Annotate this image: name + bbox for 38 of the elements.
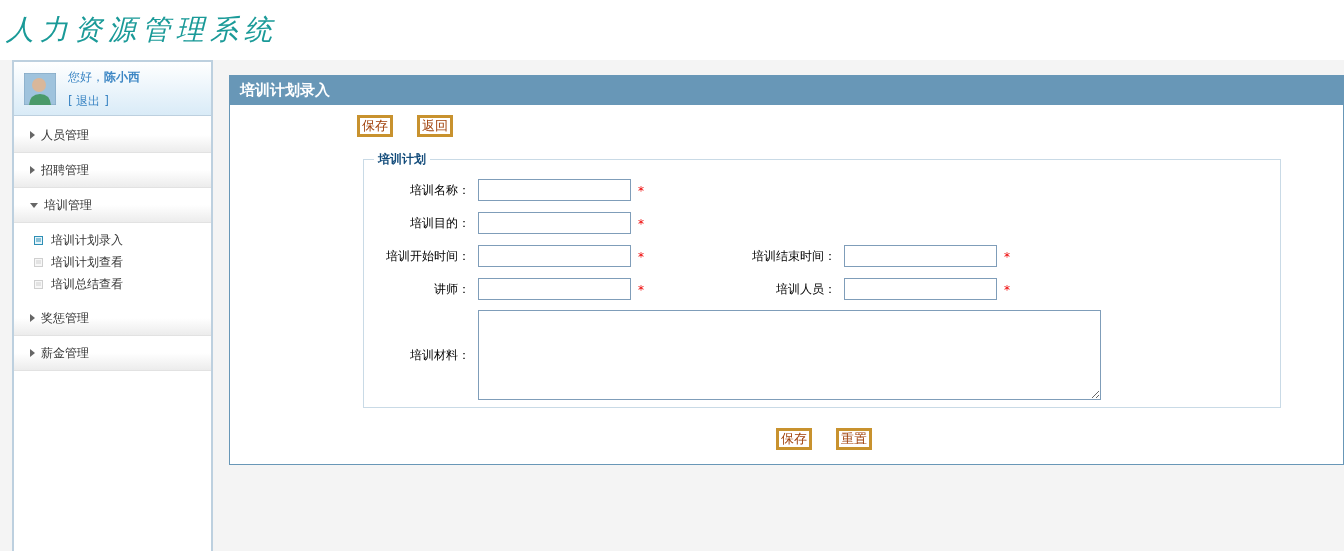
nav-item[interactable]: 培训总结查看	[34, 275, 211, 293]
caret-right-icon	[30, 166, 35, 174]
caret-down-icon	[30, 202, 38, 208]
field-label: 培训材料：	[409, 347, 471, 364]
caret-right-icon	[30, 314, 35, 322]
greeting-text: 您好，陈小西	[68, 68, 140, 86]
required-mark: *	[1004, 283, 1010, 297]
text-input[interactable]	[478, 245, 631, 267]
form-button[interactable]: 返回	[417, 115, 453, 137]
text-input[interactable]	[478, 278, 631, 300]
field-label: 培训名称：	[409, 182, 471, 199]
caret-right-icon	[30, 131, 35, 139]
text-input[interactable]	[478, 179, 631, 201]
nav-item[interactable]: 培训计划查看	[34, 253, 211, 271]
logout-link[interactable]: [ 退出 ]	[68, 91, 140, 110]
field-label: 培训人员：	[775, 281, 837, 298]
field-label: 培训开始时间：	[385, 248, 471, 265]
form-button[interactable]: 保存	[776, 428, 812, 450]
app-logo: 人力资源管理系统	[6, 12, 278, 48]
text-input[interactable]	[844, 278, 997, 300]
required-mark: *	[638, 184, 644, 198]
form-button[interactable]: 重置	[836, 428, 872, 450]
user-avatar-icon	[24, 72, 56, 105]
required-mark: *	[638, 217, 644, 231]
field-label: 培训结束时间：	[751, 248, 837, 265]
caret-right-icon	[30, 349, 35, 357]
required-mark: *	[638, 283, 644, 297]
required-mark: *	[1004, 250, 1010, 264]
required-mark: *	[638, 250, 644, 264]
text-input[interactable]	[478, 212, 631, 234]
nav-item[interactable]: 培训计划录入	[34, 231, 211, 249]
field-label: 讲师：	[433, 281, 471, 298]
field-label: 培训目的：	[409, 215, 471, 232]
panel-title: 培训计划录入	[240, 80, 330, 102]
form-button[interactable]: 保存	[357, 115, 393, 137]
fieldset-legend: 培训计划	[374, 152, 430, 166]
text-area[interactable]	[478, 310, 1101, 400]
text-input[interactable]	[844, 245, 997, 267]
